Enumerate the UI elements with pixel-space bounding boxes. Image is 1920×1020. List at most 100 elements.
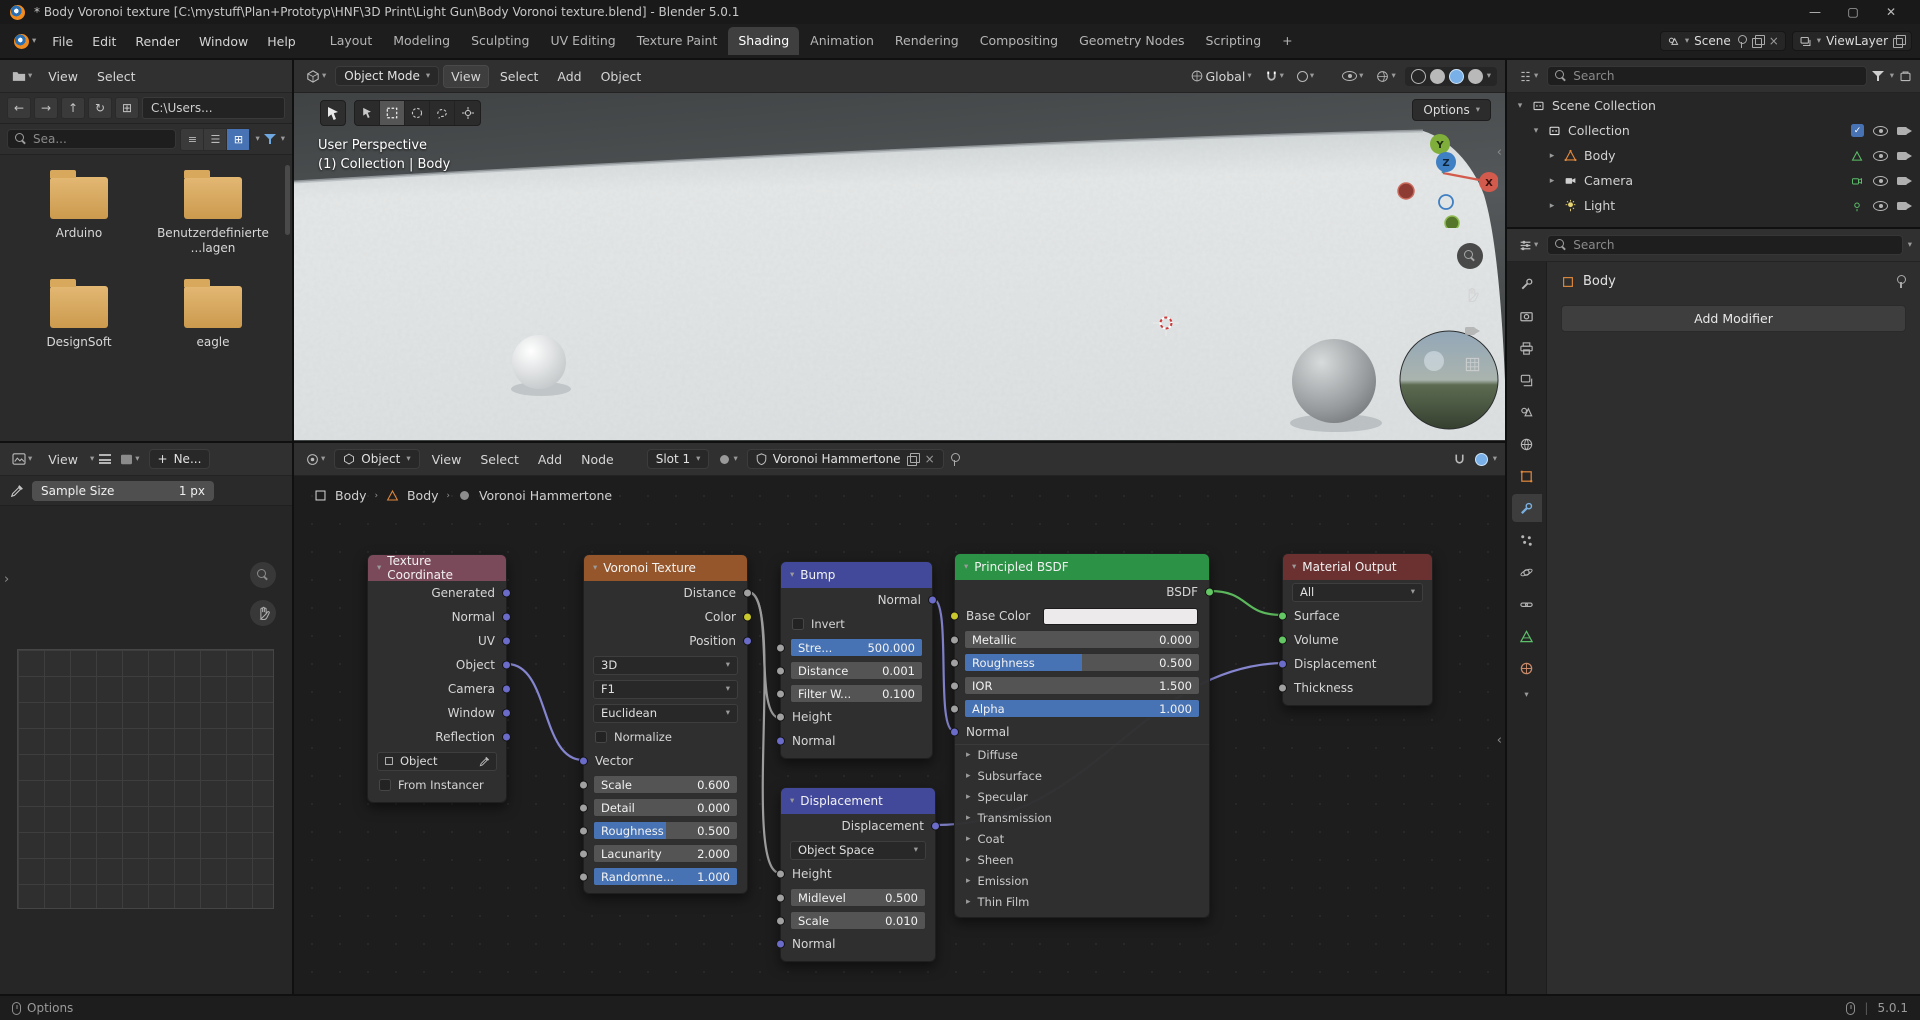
header-extra-dropdown[interactable]: ▾ bbox=[1493, 454, 1497, 464]
socket-roughness-in[interactable] bbox=[950, 658, 959, 667]
socket-generated-out[interactable] bbox=[502, 589, 511, 598]
select-lasso-tool-icon[interactable] bbox=[430, 101, 455, 125]
forward-button[interactable]: → bbox=[34, 97, 58, 119]
scale-slider[interactable]: Scale0.010 bbox=[790, 911, 926, 930]
vp-menu-view[interactable]: View bbox=[444, 66, 488, 87]
feature-dropdown[interactable]: F1▾ bbox=[593, 680, 738, 699]
socket-displacement-out[interactable] bbox=[931, 822, 940, 831]
socket-strength-in[interactable] bbox=[776, 643, 785, 652]
node-voronoi-texture[interactable]: ▾Voronoi Texture Distance Color Position… bbox=[583, 554, 748, 894]
socket-roughness-in[interactable] bbox=[579, 826, 588, 835]
disable-render-icon[interactable] bbox=[1897, 200, 1912, 211]
context-object-name[interactable]: Body bbox=[1583, 274, 1616, 289]
socket-metallic-in[interactable] bbox=[950, 635, 959, 644]
display-detail-icon[interactable]: ☰ bbox=[204, 129, 227, 150]
vp-menu-object[interactable]: Object bbox=[594, 66, 649, 87]
cursor-tool-icon[interactable] bbox=[455, 101, 480, 125]
socket-ior-in[interactable] bbox=[950, 681, 959, 690]
properties-tab-output[interactable] bbox=[1512, 334, 1542, 362]
fake-user-shield-icon[interactable] bbox=[756, 453, 767, 465]
disable-render-icon[interactable] bbox=[1897, 175, 1912, 186]
gizmo-axis-x-neg[interactable] bbox=[1398, 183, 1414, 199]
viewport-canvas[interactable]: Y Z X bbox=[294, 93, 1505, 441]
select-circle-tool-icon[interactable] bbox=[405, 101, 430, 125]
socket-vector-in[interactable] bbox=[579, 757, 588, 766]
transform-orientation-selector[interactable]: Global▾ bbox=[1187, 67, 1255, 86]
editor-type-file-browser-icon[interactable]: ▾ bbox=[8, 68, 36, 84]
new-viewlayer-icon[interactable] bbox=[1893, 35, 1905, 47]
tweak-tool-icon[interactable] bbox=[355, 101, 380, 125]
vp-menu-select[interactable]: Select bbox=[493, 66, 546, 87]
tab-geometry-nodes[interactable]: Geometry Nodes bbox=[1069, 27, 1194, 55]
maximize-button[interactable]: ▢ bbox=[1834, 0, 1872, 24]
properties-tab-render[interactable] bbox=[1512, 302, 1542, 330]
gizmo-axis-z-neg[interactable] bbox=[1439, 195, 1453, 209]
eyedropper-icon[interactable] bbox=[479, 756, 490, 767]
material-slot-selector[interactable]: Slot 1▾ bbox=[647, 449, 710, 469]
outliner-row-collection[interactable]: ▾ Collection ✓ bbox=[1507, 118, 1920, 143]
select-box-tool-icon[interactable] bbox=[380, 101, 405, 125]
active-tool-icon[interactable] bbox=[320, 100, 346, 126]
se-menu-view[interactable]: View bbox=[425, 449, 469, 470]
roughness-slider[interactable]: Roughness0.500 bbox=[593, 821, 738, 840]
hide-viewport-icon[interactable] bbox=[1873, 201, 1888, 211]
disclosure-icon[interactable]: ▸ bbox=[1547, 201, 1557, 211]
new-scene-icon[interactable] bbox=[1752, 35, 1764, 47]
outliner-row-camera[interactable]: ▸ Camera bbox=[1507, 168, 1920, 193]
shader-type-selector[interactable]: Object▾ bbox=[334, 449, 419, 469]
node-principled-bsdf[interactable]: ▾Principled BSDF BSDF Base Color Metalli… bbox=[954, 553, 1210, 918]
show-gizmo-icon[interactable]: ▾ bbox=[1338, 69, 1367, 83]
vp-menu-add[interactable]: Add bbox=[550, 66, 588, 87]
section-subsurface[interactable]: ▸Subsurface bbox=[955, 765, 1209, 786]
node-header[interactable]: ▾Voronoi Texture bbox=[584, 555, 747, 581]
distance-metric-dropdown[interactable]: Euclidean▾ bbox=[593, 704, 738, 723]
normalize-checkbox[interactable] bbox=[595, 731, 607, 743]
properties-options-dropdown[interactable]: ▾ bbox=[1908, 240, 1912, 250]
tab-texture-paint[interactable]: Texture Paint bbox=[627, 27, 728, 55]
disclosure-icon[interactable]: ▸ bbox=[1547, 151, 1557, 161]
tab-uv-editing[interactable]: UV Editing bbox=[540, 27, 625, 55]
tab-compositing[interactable]: Compositing bbox=[970, 27, 1068, 55]
socket-object-out[interactable] bbox=[502, 661, 511, 670]
folder-item[interactable]: Benutzerdefinierte ...lagen bbox=[146, 177, 280, 256]
new-image-button[interactable]: + Ne... bbox=[149, 449, 211, 469]
display-list-icon[interactable]: ≡ bbox=[181, 129, 204, 150]
base-color-swatch[interactable] bbox=[1043, 608, 1198, 625]
socket-scale-in[interactable] bbox=[579, 780, 588, 789]
properties-tab-data[interactable] bbox=[1512, 622, 1542, 650]
scene-selector[interactable]: ▾ Scene × bbox=[1660, 31, 1786, 51]
socket-normal-in[interactable] bbox=[776, 940, 785, 949]
node-header[interactable]: ▾Texture Coordinate bbox=[368, 555, 506, 581]
properties-tab-tool[interactable] bbox=[1512, 270, 1542, 298]
socket-detail-in[interactable] bbox=[579, 803, 588, 812]
fb-menu-select[interactable]: Select bbox=[90, 66, 143, 87]
add-workspace-button[interactable]: + bbox=[1272, 27, 1302, 55]
filter-width-slider[interactable]: Filter W...0.100 bbox=[790, 684, 923, 703]
tab-rendering[interactable]: Rendering bbox=[885, 27, 969, 55]
properties-tab-constraints[interactable] bbox=[1512, 590, 1542, 618]
tab-layout[interactable]: Layout bbox=[320, 27, 383, 55]
disclosure-icon[interactable]: ▾ bbox=[1531, 126, 1541, 136]
node-header[interactable]: ▾Material Output bbox=[1283, 554, 1432, 580]
socket-alpha-in[interactable] bbox=[950, 704, 959, 713]
section-sheen[interactable]: ▸Sheen bbox=[955, 849, 1209, 870]
properties-tab-scene[interactable] bbox=[1512, 398, 1542, 426]
display-size-dropdown[interactable]: ▾ bbox=[255, 134, 259, 144]
light-data-icon[interactable] bbox=[1849, 198, 1864, 213]
node-material-output[interactable]: ▾Material Output All▾ Surface Volume Dis… bbox=[1282, 553, 1433, 706]
add-modifier-button[interactable]: Add Modifier bbox=[1561, 305, 1906, 332]
path-field[interactable]: C:\Users... bbox=[142, 97, 285, 119]
display-thumbnail-icon[interactable]: ⊞ bbox=[227, 129, 250, 150]
filter-icon[interactable] bbox=[264, 133, 277, 145]
socket-filter-width-in[interactable] bbox=[776, 689, 785, 698]
image-browse-icon[interactable]: ▾ bbox=[116, 452, 143, 467]
scale-slider[interactable]: Scale0.600 bbox=[593, 775, 738, 794]
folder-item[interactable]: eagle bbox=[146, 286, 280, 350]
socket-midlevel-in[interactable] bbox=[776, 893, 785, 902]
close-button[interactable]: ✕ bbox=[1872, 0, 1910, 24]
from-instancer-checkbox[interactable] bbox=[379, 779, 391, 791]
node-displacement[interactable]: ▾Displacement Displacement Object Space▾… bbox=[780, 787, 936, 962]
tab-strip-overflow-icon[interactable]: ▾ bbox=[1524, 690, 1528, 700]
section-coat[interactable]: ▸Coat bbox=[955, 828, 1209, 849]
menu-render[interactable]: Render bbox=[126, 30, 189, 53]
